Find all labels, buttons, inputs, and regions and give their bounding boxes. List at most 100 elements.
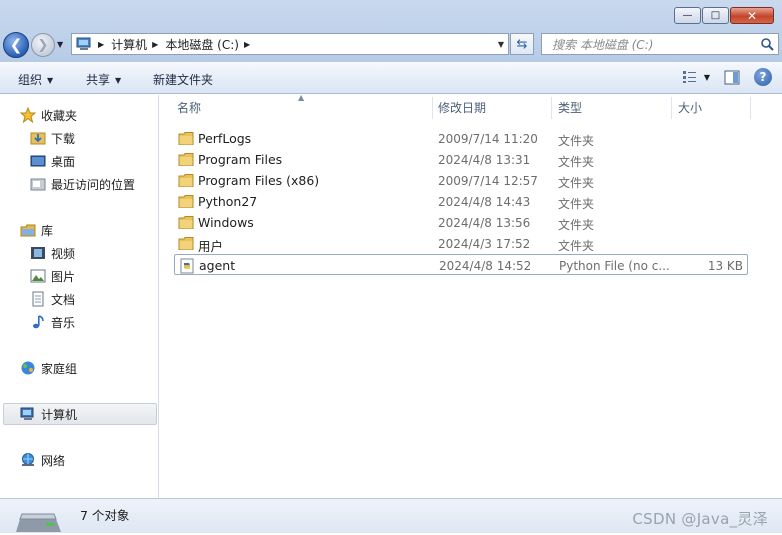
- breadcrumb-separator[interactable]: ▶: [152, 40, 158, 49]
- recent-places-icon: [30, 176, 46, 192]
- file-date: 2024/4/8 13:31: [438, 153, 531, 167]
- item-count: 7 个对象: [80, 508, 130, 523]
- nav-downloads[interactable]: 下载: [30, 128, 75, 148]
- chevron-down-icon: ▼: [47, 76, 54, 85]
- refresh-button[interactable]: ⇆: [510, 33, 534, 55]
- file-date: 2024/4/8 14:52: [439, 259, 532, 273]
- minimize-icon: —: [682, 9, 693, 21]
- nav-recent[interactable]: 最近访问的位置: [30, 174, 135, 194]
- chevron-down-icon: ▼: [115, 76, 122, 85]
- nav-label: 音乐: [51, 315, 76, 330]
- nav-favorites[interactable]: 收藏夹: [20, 105, 77, 125]
- column-label: 修改日期: [438, 101, 487, 115]
- share-menu[interactable]: 共享 ▼: [86, 71, 121, 88]
- forward-arrow-icon: ❯: [37, 37, 49, 53]
- column-header-size[interactable]: 大小: [678, 95, 702, 120]
- nav-videos[interactable]: 视频: [30, 243, 75, 263]
- file-row[interactable]: PerfLogs 2009/7/14 11:20 文件夹: [174, 128, 748, 149]
- nav-desktop[interactable]: 桌面: [30, 151, 75, 171]
- column-divider[interactable]: [671, 97, 672, 119]
- video-icon: [30, 245, 46, 261]
- pictures-icon: [30, 268, 46, 284]
- file-type: 文件夹: [558, 197, 595, 211]
- file-row[interactable]: Python27 2024/4/8 14:43 文件夹: [174, 191, 748, 212]
- file-row[interactable]: 用户 2024/4/3 17:52 文件夹: [174, 233, 748, 254]
- file-type: 文件夹: [558, 134, 595, 148]
- preview-pane-button[interactable]: [724, 70, 740, 85]
- file-type: 文件夹: [558, 218, 595, 232]
- nav-computer[interactable]: 计算机: [3, 403, 157, 425]
- nav-network[interactable]: 网络: [20, 450, 65, 470]
- organize-menu[interactable]: 组织 ▼: [18, 71, 53, 88]
- maximize-icon: □: [710, 9, 721, 21]
- navigation-pane: 收藏夹 下载 桌面 最近访问的位置 库 视频 图片 文档 音乐 家庭组 计算机: [0, 95, 159, 498]
- library-icon: [20, 222, 36, 238]
- file-size: 13 KB: [707, 259, 743, 273]
- nav-libraries[interactable]: 库: [20, 220, 53, 240]
- window-controls: — □ ✕: [673, 7, 774, 24]
- nav-label: 下载: [51, 131, 76, 146]
- file-name: Python27: [198, 194, 258, 209]
- breadcrumb-separator[interactable]: ▶: [98, 40, 104, 49]
- music-note-icon: [30, 314, 46, 330]
- file-row[interactable]: Program Files (x86) 2009/7/14 12:57 文件夹: [174, 170, 748, 191]
- address-bar[interactable]: ▶ 计算机 ▶ 本地磁盘 (C:) ▶ ▼: [71, 33, 509, 55]
- preview-pane-icon: [724, 70, 740, 84]
- network-icon: [20, 452, 36, 468]
- computer-icon: [75, 37, 93, 51]
- file-name: 用户: [198, 239, 224, 254]
- nav-label: 视频: [51, 246, 76, 261]
- column-divider[interactable]: [750, 97, 751, 119]
- file-row[interactable]: Windows 2024/4/8 13:56 文件夹: [174, 212, 748, 233]
- file-name: agent: [199, 258, 236, 273]
- watermark-text: CSDN @Java_灵泽: [632, 510, 768, 528]
- column-header-name[interactable]: 名称: [177, 95, 201, 120]
- close-button[interactable]: ✕: [730, 7, 774, 24]
- column-divider[interactable]: [551, 97, 552, 119]
- details-view-icon: [682, 71, 696, 83]
- folder-icon: [178, 131, 194, 146]
- file-row[interactable]: Program Files 2024/4/8 13:31 文件夹: [174, 149, 748, 170]
- column-divider[interactable]: [432, 97, 433, 119]
- new-folder-button[interactable]: 新建文件夹: [153, 71, 213, 88]
- documents-icon: [30, 291, 46, 307]
- file-row-selected[interactable]: agent 2024/4/8 14:52 Python File (no c..…: [174, 254, 748, 275]
- nav-label: 计算机: [41, 407, 78, 422]
- search-icon[interactable]: [760, 37, 774, 54]
- help-button[interactable]: ?: [754, 68, 772, 86]
- file-date: 2009/7/14 11:20: [438, 132, 538, 146]
- forward-button[interactable]: ❯: [31, 33, 55, 57]
- breadcrumb-local-disk[interactable]: 本地磁盘 (C:): [165, 36, 239, 53]
- column-header-date[interactable]: 修改日期: [438, 95, 486, 120]
- nav-music[interactable]: 音乐: [30, 312, 75, 332]
- nav-label: 图片: [51, 269, 76, 284]
- column-label: 类型: [558, 101, 583, 115]
- command-bar: 组织 ▼ 共享 ▼ 新建文件夹 ▼ ?: [0, 62, 782, 94]
- back-button[interactable]: ❮: [3, 32, 29, 58]
- view-controls: ▼ ?: [668, 68, 772, 86]
- recent-pages-dropdown[interactable]: ▼: [57, 40, 63, 49]
- file-date: 2024/4/8 14:43: [438, 195, 531, 209]
- help-icon: ?: [754, 68, 772, 86]
- change-view-button[interactable]: ▼: [682, 70, 710, 84]
- maximize-button[interactable]: □: [702, 7, 729, 24]
- nav-label: 收藏夹: [41, 108, 78, 123]
- chevron-down-icon[interactable]: ▼: [498, 40, 504, 49]
- nav-homegroup[interactable]: 家庭组: [20, 358, 77, 378]
- file-type: 文件夹: [558, 155, 595, 169]
- breadcrumb-computer[interactable]: 计算机: [111, 36, 147, 53]
- search-input[interactable]: 搜索 本地磁盘 (C:): [541, 33, 779, 55]
- nav-documents[interactable]: 文档: [30, 289, 75, 309]
- star-icon: [20, 107, 36, 123]
- organize-label: 组织: [18, 73, 43, 87]
- title-bar: — □ ✕ ❮ ❯ ▼ ▶ 计算机 ▶ 本地磁盘 (C:) ▶ ▼ ⇆ 搜索 本…: [0, 0, 782, 62]
- column-header-type[interactable]: 类型: [558, 95, 582, 120]
- minimize-button[interactable]: —: [674, 7, 701, 24]
- folder-icon: [178, 194, 194, 209]
- folder-icon: [178, 173, 194, 188]
- nav-pictures[interactable]: 图片: [30, 266, 75, 286]
- column-label: 大小: [678, 101, 703, 115]
- nav-label: 桌面: [51, 154, 76, 169]
- breadcrumb-separator[interactable]: ▶: [244, 40, 250, 49]
- refresh-icon: ⇆: [516, 36, 528, 52]
